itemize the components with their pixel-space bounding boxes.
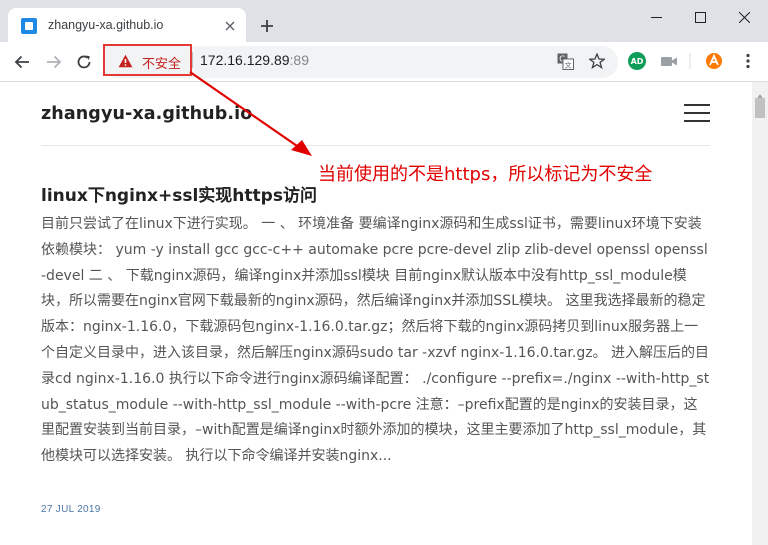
not-secure-label: 不安全 <box>142 57 182 72</box>
browser-tab[interactable]: zhangyu-xa.github.io <box>8 8 246 42</box>
reload-icon[interactable] <box>72 50 96 74</box>
url-text[interactable]: 172.16.129.89:89 <box>200 52 309 68</box>
url-separator <box>192 52 193 68</box>
scrollbar-thumb[interactable] <box>755 98 765 118</box>
bookmark-star-icon[interactable] <box>588 52 606 70</box>
url-port: :89 <box>289 52 309 68</box>
forward-icon[interactable] <box>42 50 66 74</box>
tab-title: zhangyu-xa.github.io <box>48 18 164 32</box>
page-viewport: zhangyu-xa.github.io linux下nginx+ssl实现ht… <box>0 82 752 545</box>
close-tab-icon[interactable] <box>222 18 238 34</box>
site-title[interactable]: zhangyu-xa.github.io <box>41 104 252 124</box>
adguard-extension-icon[interactable]: AD <box>628 52 646 70</box>
back-icon[interactable] <box>10 50 34 74</box>
vertical-scrollbar[interactable] <box>752 82 768 545</box>
post-excerpt: 目前只尝试了在linux下进行实现。 一 、 环境准备 要编译nginx源码和生… <box>41 216 710 465</box>
window-close-icon[interactable] <box>722 0 766 34</box>
scroll-up-arrow-icon[interactable] <box>755 86 765 100</box>
maximize-icon[interactable] <box>678 0 722 34</box>
new-tab-icon[interactable] <box>257 16 277 36</box>
menu-more-icon[interactable] <box>739 52 757 70</box>
avast-extension-icon[interactable] <box>705 52 723 70</box>
security-indicator[interactable]: 不安全 <box>103 44 192 76</box>
svg-text:文: 文 <box>564 60 571 69</box>
warning-icon <box>118 53 133 72</box>
minimize-icon[interactable] <box>634 0 678 34</box>
url-host: 172.16.129.89 <box>200 52 290 68</box>
header-divider <box>41 145 710 146</box>
post-title[interactable]: linux下nginx+ssl实现https访问 <box>41 181 317 206</box>
tab-strip: zhangyu-xa.github.io <box>0 0 768 42</box>
hamburger-menu-icon[interactable] <box>684 102 710 122</box>
annotation-text: 当前使用的不是https，所以标记为不安全 <box>318 164 653 185</box>
toolbar-divider <box>688 52 706 70</box>
site-favicon-icon <box>21 18 37 34</box>
post-date: 27 JUL 2019 <box>41 504 101 515</box>
translate-icon[interactable]: G文 <box>556 52 574 70</box>
video-camera-icon[interactable] <box>660 52 678 70</box>
